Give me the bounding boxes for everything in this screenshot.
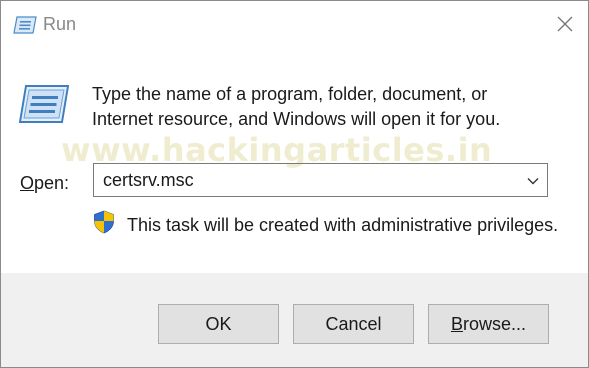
title-bar[interactable]: Run bbox=[1, 1, 588, 47]
ok-button[interactable]: OK bbox=[158, 304, 279, 344]
open-label: Open: bbox=[20, 173, 69, 194]
description-line: Type the name of a program, folder, docu… bbox=[92, 84, 488, 104]
close-button[interactable] bbox=[542, 1, 588, 47]
run-icon bbox=[13, 16, 37, 34]
open-label-text: pen: bbox=[34, 173, 70, 193]
open-label-mnemonic: O bbox=[20, 173, 35, 193]
admin-privileges-note: This task will be created with administr… bbox=[127, 215, 559, 235]
command-combobox[interactable]: certsrv.msc bbox=[93, 163, 548, 197]
dialog-description: Type the name of a program, folder, docu… bbox=[92, 82, 562, 132]
chevron-down-icon[interactable] bbox=[525, 173, 541, 189]
command-input[interactable]: certsrv.msc bbox=[103, 170, 194, 191]
close-icon bbox=[557, 16, 573, 32]
browse-mnemonic: B bbox=[450, 313, 463, 334]
browse-label: rowse... bbox=[462, 313, 527, 334]
run-program-icon bbox=[18, 85, 70, 123]
window-title: Run bbox=[43, 14, 77, 34]
button-bar: OK Cancel Browse... bbox=[1, 273, 588, 367]
uac-shield-icon bbox=[94, 210, 114, 234]
cancel-button[interactable]: Cancel bbox=[293, 304, 414, 344]
description-line: Internet resource, and Windows will open… bbox=[92, 109, 501, 129]
browse-button[interactable]: Browse... bbox=[428, 304, 549, 344]
dialog-body: Type the name of a program, folder, docu… bbox=[1, 47, 588, 273]
run-dialog: Run Type the name of a program, folder, … bbox=[0, 0, 589, 368]
